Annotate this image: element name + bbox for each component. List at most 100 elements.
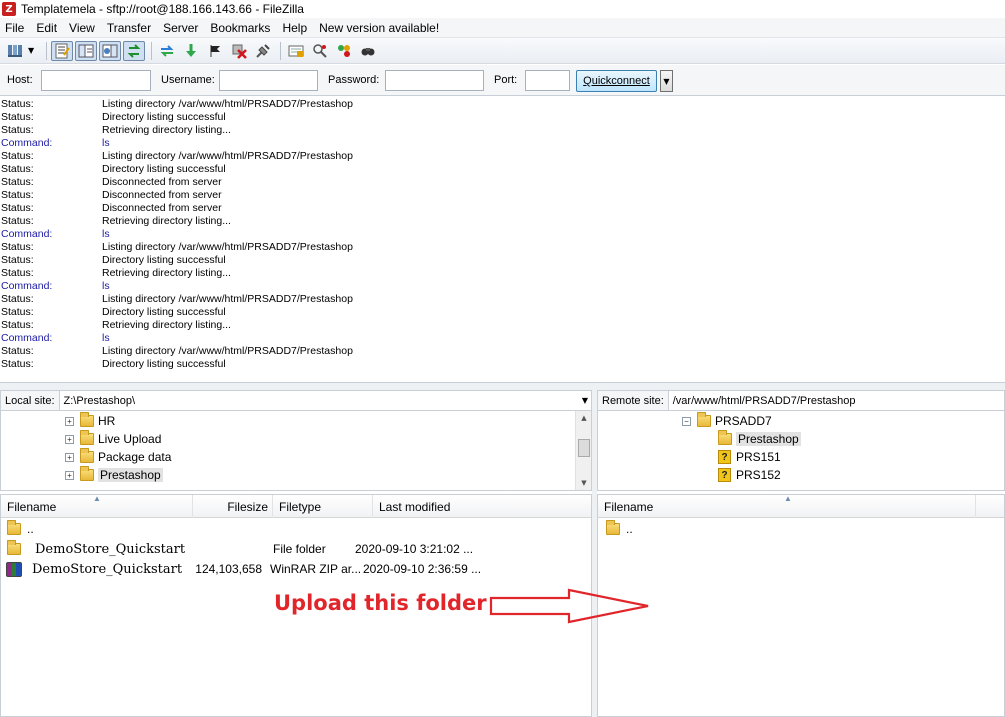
tree-item-label: PRSADD7 — [715, 414, 772, 428]
disconnect-icon[interactable] — [252, 41, 274, 61]
log-entry-type: Status: — [1, 306, 34, 318]
toggle-remote-tree-icon[interactable] — [99, 40, 121, 61]
tree-item-label: PRS152 — [736, 468, 781, 482]
menu-server[interactable]: Server — [157, 21, 204, 35]
scroll-up-icon[interactable]: ▲ — [576, 411, 591, 425]
remote-file-list-header: Filename ▲ — [598, 495, 1004, 518]
table-row[interactable]: DemoStore_Quickstart File folder 2020-09… — [1, 539, 591, 559]
expand-icon[interactable]: + — [65, 416, 74, 426]
host-input[interactable] — [41, 70, 151, 91]
column-filename[interactable]: Filename ▲ — [1, 495, 193, 518]
menu-help[interactable]: Help — [276, 21, 313, 35]
dropdown-icon[interactable]: ▼ — [28, 46, 38, 55]
column-filesize[interactable]: Filesize — [193, 495, 273, 518]
file-modified: 2020-09-10 3:21:02 ... — [355, 542, 474, 556]
menu-file[interactable]: File — [0, 21, 30, 35]
column-filetype[interactable]: Filetype — [273, 495, 373, 518]
tree-item[interactable]: Prestashop — [718, 430, 801, 448]
cancel-all-icon[interactable] — [228, 41, 250, 61]
tree-item[interactable]: − PRSADD7 — [682, 412, 772, 430]
log-entry-message: Listing directory /var/www/html/PRSADD7/… — [102, 345, 353, 357]
message-log[interactable]: Status: Listing directory /var/www/html/P… — [0, 97, 1005, 383]
local-site-bar: Local site: Z:\Prestashop\ ▼ — [0, 390, 592, 411]
remote-path-input[interactable]: /var/www/html/PRSADD7/Prestashop — [668, 391, 1004, 410]
chevron-down-icon[interactable]: ▼ — [579, 391, 591, 410]
folder-icon — [80, 412, 94, 427]
menu-view[interactable]: View — [63, 21, 101, 35]
tree-item[interactable]: + Prestashop — [65, 466, 163, 484]
tree-item-label: PRS151 — [736, 450, 781, 464]
quickconnect-button[interactable]: Quickconnect — [576, 70, 657, 92]
password-input[interactable] — [385, 70, 484, 91]
expand-icon[interactable]: + — [65, 452, 74, 462]
column-last-modified[interactable]: Last modified — [373, 495, 591, 518]
quickconnect-history-dropdown[interactable]: ▼ — [660, 70, 673, 92]
cancel-icon[interactable] — [204, 41, 226, 61]
log-entry-type: Status: — [1, 176, 34, 188]
menu-transfer[interactable]: Transfer — [101, 21, 157, 35]
local-tree-scrollbar[interactable]: ▲ ▼ — [575, 411, 591, 490]
compare-icon[interactable] — [309, 41, 331, 61]
expand-icon[interactable]: + — [65, 470, 74, 480]
search-icon[interactable] — [357, 41, 379, 61]
log-entry-message: Directory listing successful — [102, 163, 226, 175]
tree-item[interactable]: ? PRS152 — [718, 466, 781, 484]
file-type: File folder — [273, 542, 326, 556]
log-entry-message: Retrieving directory listing... — [102, 319, 231, 331]
scroll-down-icon[interactable]: ▼ — [576, 476, 591, 490]
log-entry: Status: Disconnected from server — [0, 176, 1005, 189]
menu-new-version[interactable]: New version available! — [313, 21, 445, 35]
tree-item[interactable]: + HR — [65, 412, 115, 430]
username-input[interactable] — [219, 70, 318, 91]
collapse-icon[interactable]: − — [682, 416, 691, 426]
log-entry-type: Status: — [1, 254, 34, 266]
local-site-label: Local site: — [1, 391, 60, 410]
table-row[interactable]: DemoStore_Quickstart 124,103,658 WinRAR … — [1, 559, 591, 579]
column-filename[interactable]: Filename ▲ — [598, 495, 976, 518]
process-queue-icon[interactable] — [180, 41, 202, 61]
log-entry-type: Status: — [1, 358, 34, 370]
log-entry: Command: ls — [0, 280, 1005, 293]
table-row[interactable]: .. — [598, 519, 1004, 539]
file-name: .. — [27, 522, 34, 536]
tree-item[interactable]: ? PRS151 — [718, 448, 781, 466]
log-entry: Status: Listing directory /var/www/html/P… — [0, 345, 1005, 358]
file-name: .. — [626, 522, 633, 536]
sync-browse-icon[interactable] — [333, 41, 355, 61]
log-entry-type: Status: — [1, 215, 34, 227]
filter-icon[interactable] — [285, 41, 307, 61]
quickconnect-bar: Host: Username: Password: Port: Quickcon… — [0, 65, 1005, 96]
log-entry: Status: Listing directory /var/www/html/P… — [0, 241, 1005, 254]
menu-edit[interactable]: Edit — [30, 21, 63, 35]
expand-icon[interactable]: + — [65, 434, 74, 444]
log-entry-message: Retrieving directory listing... — [102, 124, 231, 136]
log-entry-message: Listing directory /var/www/html/PRSADD7/… — [102, 98, 353, 110]
tree-item-label: HR — [98, 414, 116, 428]
site-manager-icon[interactable] — [4, 41, 26, 61]
tree-item[interactable]: + Package data — [65, 448, 171, 466]
log-entry: Status: Directory listing successful — [0, 111, 1005, 124]
table-row[interactable]: .. — [1, 519, 591, 539]
port-input[interactable] — [525, 70, 570, 91]
column-label: Last modified — [379, 499, 451, 514]
refresh-icon[interactable] — [156, 41, 178, 61]
file-modified: 2020-09-10 2:36:59 ... — [363, 562, 482, 576]
toolbar-separator — [151, 41, 152, 60]
scrollbar-thumb[interactable] — [578, 439, 590, 457]
horizontal-splitter[interactable] — [0, 383, 1005, 390]
toggle-log-icon[interactable] — [51, 40, 73, 61]
log-entry-message: ls — [102, 280, 110, 292]
toggle-local-tree-icon[interactable] — [75, 40, 97, 61]
local-path-input[interactable]: Z:\Prestashop\ — [59, 391, 579, 410]
toggle-queue-icon[interactable] — [123, 40, 145, 61]
log-entry-type: Status: — [1, 189, 34, 201]
tree-item[interactable]: + Live Upload — [65, 430, 161, 448]
tree-item-label: Prestashop — [98, 468, 163, 482]
log-entry-message: ls — [102, 137, 110, 149]
log-entry: Command: ls — [0, 228, 1005, 241]
log-entry-message: Disconnected from server — [102, 202, 222, 214]
log-entry: Status: Disconnected from server — [0, 202, 1005, 215]
menu-bookmarks[interactable]: Bookmarks — [204, 21, 276, 35]
log-entry: Status: Retrieving directory listing... — [0, 267, 1005, 280]
local-directory-tree: + HR + Live Upload + Package data + Pres… — [0, 411, 592, 491]
